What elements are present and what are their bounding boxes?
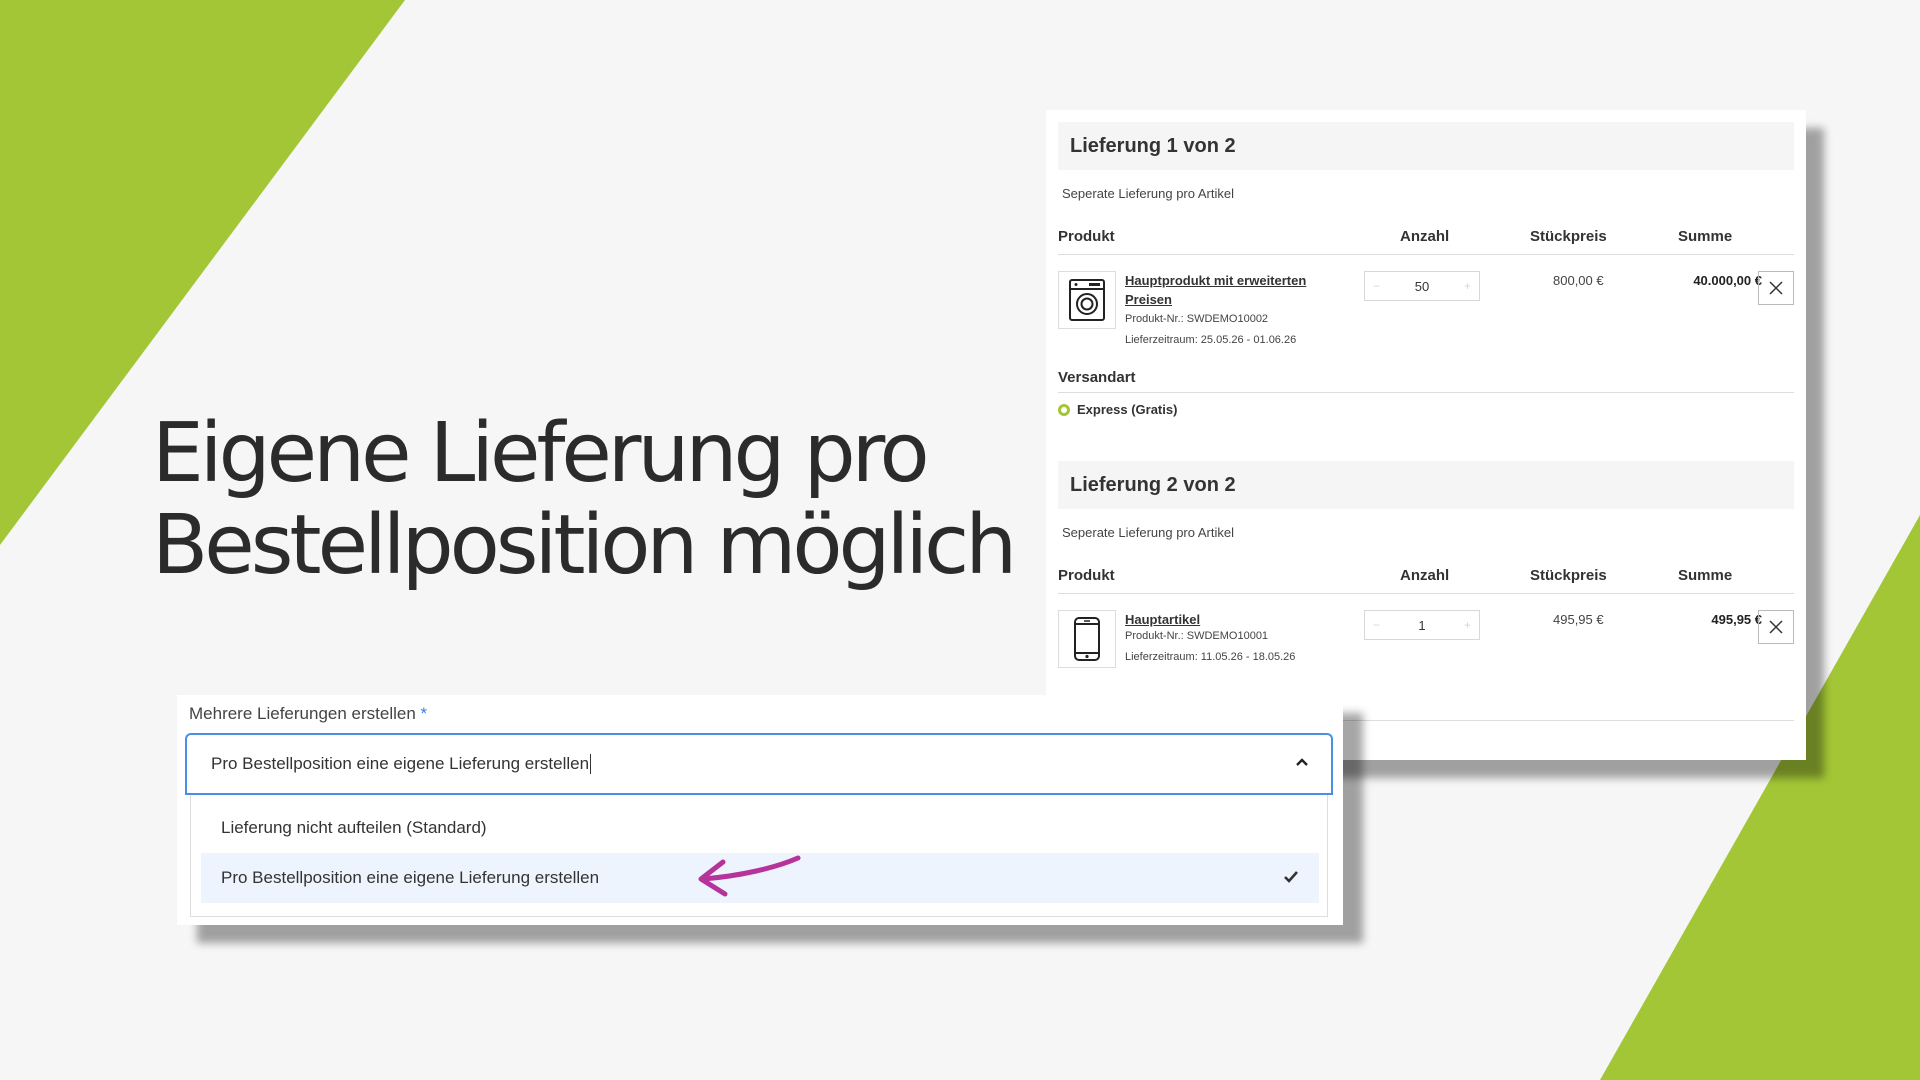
delivery-1: Lieferung 1 von 2 Seperate Lieferung pro… [1058, 122, 1794, 417]
shipping-method-label: Versandart [1058, 369, 1794, 393]
option-label: Pro Bestellposition eine eigene Lieferun… [221, 868, 600, 887]
shipping-option[interactable]: Express (Gratis) [1058, 402, 1794, 417]
column-unit-price: Stückpreis [1530, 228, 1607, 245]
smartphone-icon [1074, 617, 1100, 661]
line-total: 495,95 € [1711, 612, 1762, 627]
quantity-stepper[interactable]: − 50 + [1364, 271, 1480, 301]
delivery-subtitle: Seperate Lieferung pro Artikel [1062, 186, 1234, 201]
line-total: 40.000,00 € [1693, 273, 1762, 288]
remove-item-button[interactable] [1758, 271, 1794, 305]
product-info: Hauptartikel Produkt-Nr.: SWDEMO10001 Li… [1125, 610, 1325, 663]
split-delivery-select[interactable]: Pro Bestellposition eine eigene Lieferun… [185, 733, 1333, 795]
chevron-up-icon[interactable] [1295, 757, 1309, 767]
product-name-link[interactable]: Hauptartikel [1125, 610, 1325, 629]
cart-panel: Lieferung 1 von 2 Seperate Lieferung pro… [1046, 110, 1806, 760]
close-icon [1769, 620, 1783, 634]
required-mark: * [420, 704, 428, 723]
column-quantity: Anzahl [1400, 567, 1450, 584]
unit-price: 800,00 € [1553, 273, 1604, 288]
unit-price: 495,95 € [1553, 612, 1604, 627]
remove-item-button[interactable] [1758, 610, 1794, 644]
delivery-subtitle: Seperate Lieferung pro Artikel [1062, 525, 1234, 540]
field-label-text: Mehrere Lieferungen erstellen [189, 704, 416, 723]
delivery-title: Lieferung 1 von 2 [1058, 122, 1794, 170]
delivery-period: Lieferzeitraum: 25.05.26 - 01.06.26 [1125, 334, 1297, 346]
hero-line-1: Eigene Lieferung pro [152, 406, 930, 501]
line-item: Hauptartikel Produkt-Nr.: SWDEMO10001 Li… [1058, 594, 1794, 686]
washing-machine-icon [1069, 279, 1105, 321]
hero-headline: Eigene Lieferung pro Bestellposition mög… [152, 406, 1017, 593]
product-name-line-1: Hauptprodukt mit erweiterten [1125, 273, 1307, 288]
quantity-stepper[interactable]: − 1 + [1364, 610, 1480, 640]
quantity-value: 1 [1418, 617, 1426, 633]
column-product: Produkt [1058, 228, 1115, 245]
decrement-button[interactable]: − [1373, 618, 1380, 632]
select-value: Pro Bestellposition eine eigene Lieferun… [211, 754, 590, 773]
increment-button[interactable]: + [1464, 279, 1471, 293]
shipping-option-label: Express (Gratis) [1077, 402, 1178, 417]
radio-selected-icon[interactable] [1058, 403, 1070, 416]
product-thumbnail[interactable] [1058, 610, 1116, 668]
increment-button[interactable]: + [1464, 618, 1471, 632]
table-header: Produkt Anzahl Stückpreis Summe [1058, 222, 1794, 255]
column-product: Produkt [1058, 567, 1115, 584]
arrow-annotation-icon [698, 855, 801, 897]
quantity-value: 50 [1414, 278, 1430, 294]
product-name-line-2: Preisen [1125, 292, 1172, 307]
field-label: Mehrere Lieferungen erstellen * [189, 704, 427, 724]
product-info: Hauptprodukt mit erweiterten Preisen Pro… [1125, 271, 1325, 346]
table-header: Produkt Anzahl Stückpreis Summe [1058, 561, 1794, 594]
product-number: Produkt-Nr.: SWDEMO10002 [1125, 313, 1269, 325]
column-total: Summe [1678, 567, 1733, 584]
delivery-period: Lieferzeitraum: 11.05.26 - 18.05.26 [1125, 651, 1296, 663]
decrement-button[interactable]: − [1373, 279, 1380, 293]
product-number: Produkt-Nr.: SWDEMO10001 [1125, 630, 1269, 642]
option-no-split[interactable]: Lieferung nicht aufteilen (Standard) [201, 803, 1319, 853]
line-item: Hauptprodukt mit erweiterten Preisen Pro… [1058, 255, 1794, 347]
product-name-link[interactable]: Hauptprodukt mit erweiterten Preisen [1125, 271, 1325, 309]
checkmark-icon [1284, 871, 1298, 883]
delivery-title: Lieferung 2 von 2 [1058, 461, 1794, 509]
hero-line-2: Bestellposition möglich [152, 498, 1017, 593]
text-cursor [590, 754, 592, 774]
option-label: Lieferung nicht aufteilen (Standard) [221, 818, 487, 837]
product-thumbnail[interactable] [1058, 271, 1116, 329]
delivery-2: Lieferung 2 von 2 Seperate Lieferung pro… [1058, 461, 1794, 686]
column-total: Summe [1678, 228, 1733, 245]
column-quantity: Anzahl [1400, 228, 1450, 245]
column-unit-price: Stückpreis [1530, 567, 1607, 584]
close-icon [1769, 281, 1783, 295]
